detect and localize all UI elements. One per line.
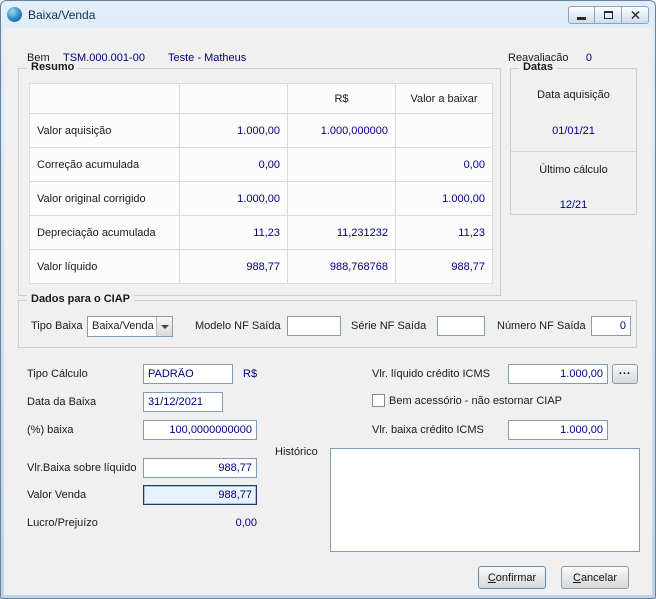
tipo-baixa-label: Tipo Baixa <box>31 320 83 332</box>
resumo-title: Resumo <box>27 61 79 73</box>
resumo-groupbox: Resumo R$ Valor a baixar Valor aquisição… <box>18 61 501 296</box>
close-button[interactable] <box>622 5 649 24</box>
table-row: Valor original corrigido 1.000,00 1.000,… <box>30 182 493 216</box>
table-row: Valor aquisição 1.000,00 1.000,000000 <box>30 114 493 148</box>
maximize-icon <box>603 10 613 19</box>
value-cell: 988,77 <box>396 250 493 284</box>
data-baixa-label: Data da Baixa <box>27 396 97 408</box>
historico-textarea[interactable] <box>330 448 640 552</box>
modelo-nf-input[interactable] <box>287 316 341 336</box>
close-icon <box>630 10 640 19</box>
table-row: Correção acumulada 0,00 0,00 <box>30 148 493 182</box>
pct-baixa-input[interactable] <box>143 420 257 440</box>
confirm-button[interactable]: Confirmar <box>478 566 546 589</box>
bem-acessorio-label: Bem acessório - não estornar CIAP <box>389 395 563 407</box>
data-aquisicao-value: 01/01/21 <box>552 125 595 137</box>
lucro-prejuizo-label: Lucro/Prejuízo <box>27 517 98 529</box>
serie-nf-label: Série NF Saída <box>351 320 427 332</box>
header-cell <box>180 84 288 114</box>
tipo-baixa-selected-value: Baixa/Venda <box>92 320 154 332</box>
currency-label: R$ <box>243 368 258 380</box>
vlr-liquido-icms-label: Vlr. líquido crédito ICMS <box>372 368 490 380</box>
row-label-cell: Correção acumulada <box>30 148 180 182</box>
value-cell <box>288 182 396 216</box>
value-cell: 11,231232 <box>288 216 396 250</box>
valor-venda-label: Valor Venda <box>27 489 87 501</box>
cancel-button[interactable]: Cancelar <box>561 566 629 589</box>
divider <box>511 151 636 152</box>
reavaliacao-value: 0 <box>585 52 592 64</box>
value-cell: 11,23 <box>180 216 288 250</box>
numero-nf-input[interactable] <box>591 316 631 336</box>
historico-label: Histórico <box>275 446 318 458</box>
value-cell: 988,77 <box>180 250 288 284</box>
value-cell: 1.000,00 <box>180 114 288 148</box>
ellipsis-icon: ... <box>618 365 632 377</box>
ciap-title: Dados para o CIAP <box>27 293 135 305</box>
data-baixa-input[interactable] <box>143 392 223 412</box>
ultimo-calculo-label: Último cálculo <box>539 164 608 176</box>
serie-nf-input[interactable] <box>437 316 485 336</box>
tipo-calculo-label: Tipo Cálculo <box>27 368 88 380</box>
minimize-icon <box>577 16 586 20</box>
dialog-window: Baixa/Venda Bem TSM.000.001-00 Teste - M… <box>0 0 656 599</box>
value-cell <box>288 148 396 182</box>
datas-groupbox: Datas Data aquisição 01/01/21 Último cál… <box>510 61 637 215</box>
lucro-prejuizo-value: 0,00 <box>235 517 257 529</box>
tipo-baixa-combobox[interactable]: Baixa/Venda <box>87 316 173 337</box>
resumo-table: R$ Valor a baixar Valor aquisição 1.000,… <box>29 83 493 284</box>
pct-baixa-label: (%) baixa <box>27 424 74 436</box>
maximize-button[interactable] <box>595 5 622 24</box>
modelo-nf-label: Modelo NF Saída <box>195 320 281 332</box>
table-header-row: R$ Valor a baixar <box>30 84 493 114</box>
chevron-down-icon <box>160 324 169 329</box>
bem-name: Teste - Matheus <box>168 52 247 64</box>
minimize-button[interactable] <box>568 5 595 24</box>
numero-nf-label: Número NF Saída <box>497 320 586 332</box>
ultimo-calculo-value: 12/21 <box>559 199 588 211</box>
vlr-baixa-icms-label: Vlr. baixa crédito ICMS <box>372 424 484 436</box>
row-label-cell: Depreciação acumulada <box>30 216 180 250</box>
value-cell: 11,23 <box>396 216 493 250</box>
data-aquisicao-label: Data aquisição <box>537 89 610 101</box>
row-label-cell: Valor líquido <box>30 250 180 284</box>
bem-acessorio-checkbox[interactable] <box>372 394 385 407</box>
value-cell <box>396 114 493 148</box>
combo-dropdown-button[interactable] <box>156 317 172 336</box>
browse-button[interactable]: ... <box>612 364 638 384</box>
header-cell: R$ <box>288 84 396 114</box>
valor-venda-input[interactable] <box>143 485 257 505</box>
vlr-baixa-icms-input[interactable] <box>508 420 608 440</box>
row-label-cell: Valor original corrigido <box>30 182 180 216</box>
value-cell: 1.000,00 <box>180 182 288 216</box>
table-row: Depreciação acumulada 11,23 11,231232 11… <box>30 216 493 250</box>
datas-title: Datas <box>519 61 557 73</box>
ciap-groupbox: Dados para o CIAP Tipo Baixa Baixa/Venda… <box>18 293 637 348</box>
window-controls <box>568 5 649 24</box>
header-cell <box>30 84 180 114</box>
value-cell: 0,00 <box>396 148 493 182</box>
titlebar[interactable]: Baixa/Venda <box>1 1 655 28</box>
dialog-body: Bem TSM.000.001-00 Teste - Matheus Reava… <box>4 28 652 595</box>
vlr-baixa-liquido-label: Vlr.Baixa sobre líquido <box>27 462 137 474</box>
app-icon <box>7 7 22 22</box>
tipo-calculo-input[interactable] <box>143 364 233 384</box>
table-row: Valor líquido 988,77 988,768768 988,77 <box>30 250 493 284</box>
value-cell: 1.000,000000 <box>288 114 396 148</box>
header-cell: Valor a baixar <box>396 84 493 114</box>
vlr-liquido-icms-input[interactable] <box>508 364 608 384</box>
value-cell: 0,00 <box>180 148 288 182</box>
value-cell: 988,768768 <box>288 250 396 284</box>
vlr-baixa-liquido-input[interactable] <box>143 458 257 478</box>
value-cell: 1.000,00 <box>396 182 493 216</box>
window-title: Baixa/Venda <box>28 7 96 22</box>
row-label-cell: Valor aquisição <box>30 114 180 148</box>
